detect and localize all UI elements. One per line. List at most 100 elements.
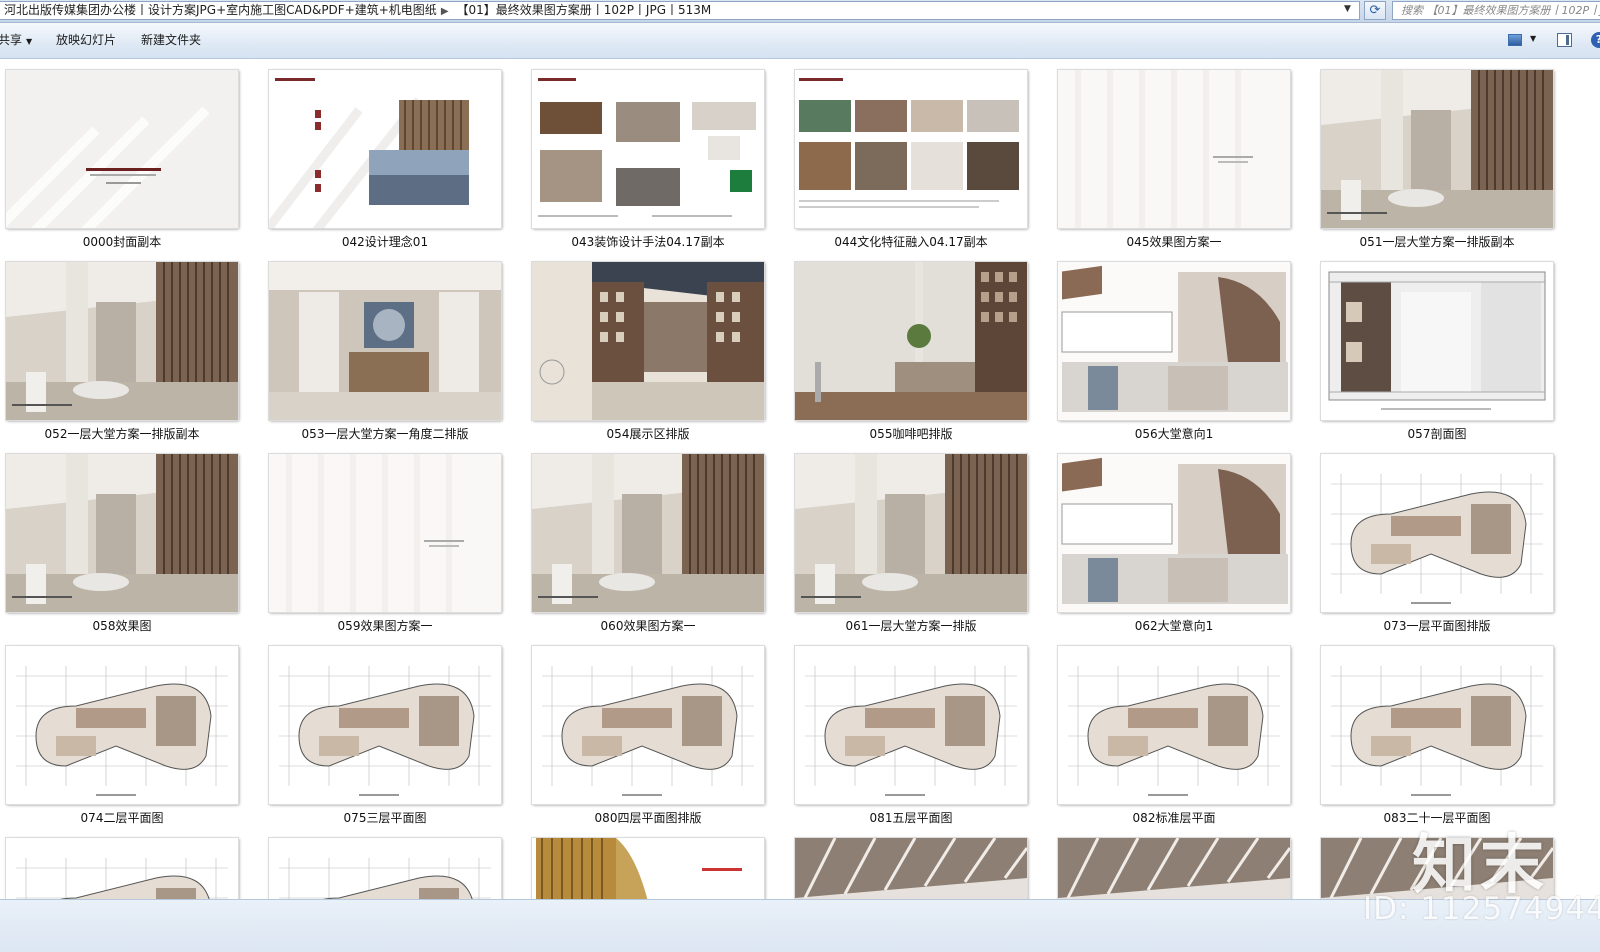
thumbnail-image xyxy=(532,646,764,804)
file-thumbnail[interactable] xyxy=(1320,69,1554,229)
thumbnail-image xyxy=(795,646,1027,804)
file-name[interactable]: 045效果图方案一 xyxy=(1058,235,1290,250)
file-name[interactable]: 051一层大堂方案一排版副本 xyxy=(1321,235,1553,250)
thumbnail-image xyxy=(1321,262,1553,420)
file-name[interactable]: 074二层平面图 xyxy=(6,811,238,826)
file-name[interactable]: 054展示区排版 xyxy=(532,427,764,442)
chevron-down-icon: ▼ xyxy=(26,37,33,46)
file-thumbnail[interactable] xyxy=(794,261,1028,421)
file-name[interactable]: 055咖啡吧排版 xyxy=(795,427,1027,442)
help-button[interactable]: ? xyxy=(1591,32,1600,48)
file-thumbnail[interactable] xyxy=(5,69,239,229)
breadcrumb-item-2[interactable]: 【01】最终效果图方案册丨102P丨JPG丨513M xyxy=(453,3,712,17)
thumbnail-image xyxy=(1321,454,1553,612)
thumbnail-image xyxy=(269,838,501,899)
file-name[interactable]: 042设计理念01 xyxy=(269,235,501,250)
file-thumbnail[interactable] xyxy=(1057,645,1291,805)
new-folder-button[interactable]: 新建文件夹 xyxy=(141,32,201,48)
thumbnail-image xyxy=(1058,646,1290,804)
thumbnail-image xyxy=(532,454,764,612)
thumbnail-image xyxy=(269,646,501,804)
thumbnail-image xyxy=(1058,454,1290,612)
file-thumbnail[interactable] xyxy=(794,837,1028,899)
thumbnail-image xyxy=(532,70,764,228)
file-name[interactable]: 059效果图方案一 xyxy=(269,619,501,634)
thumbnail-image xyxy=(795,454,1027,612)
thumbnail-image xyxy=(6,838,238,899)
file-thumbnail[interactable] xyxy=(268,453,502,613)
file-name[interactable]: 053一层大堂方案一角度二排版 xyxy=(269,427,501,442)
file-thumbnail[interactable] xyxy=(5,261,239,421)
file-name[interactable]: 044文化特征融入04.17副本 xyxy=(795,235,1027,250)
file-thumbnail[interactable] xyxy=(1057,453,1291,613)
thumbnail-image xyxy=(795,838,1027,899)
file-name[interactable]: 057剖面图 xyxy=(1321,427,1553,442)
chevron-down-icon[interactable]: ▼ xyxy=(1530,34,1536,43)
address-dropdown-icon[interactable]: ▼ xyxy=(1344,4,1354,14)
file-name[interactable]: 058效果图 xyxy=(6,619,238,634)
file-thumbnail[interactable] xyxy=(531,645,765,805)
change-view-icon[interactable] xyxy=(1508,34,1522,46)
breadcrumb-item-1[interactable]: 河北出版传媒集团办公楼丨设计方案JPG+室内施工图CAD&PDF+建筑+机电图纸 xyxy=(0,3,437,17)
thumbnail-image xyxy=(1321,838,1553,899)
slideshow-button[interactable]: 放映幻灯片 xyxy=(56,32,116,48)
thumbnail-image xyxy=(532,838,764,899)
file-thumbnail[interactable] xyxy=(794,645,1028,805)
file-thumbnail[interactable] xyxy=(1320,645,1554,805)
file-name[interactable]: 060效果图方案一 xyxy=(532,619,764,634)
breadcrumb[interactable]: 河北出版传媒集团办公楼丨设计方案JPG+室内施工图CAD&PDF+建筑+机电图纸… xyxy=(0,1,1360,20)
details-pane xyxy=(0,899,1600,952)
file-thumbnail[interactable] xyxy=(794,69,1028,229)
file-name[interactable]: 073一层平面图排版 xyxy=(1321,619,1553,634)
file-name[interactable]: 052一层大堂方案一排版副本 xyxy=(6,427,238,442)
thumbnail-image xyxy=(795,70,1027,228)
thumbnail-image xyxy=(795,262,1027,420)
file-thumbnail[interactable] xyxy=(268,69,502,229)
thumbnail-image xyxy=(1058,70,1290,228)
file-thumbnail[interactable] xyxy=(531,453,765,613)
file-thumbnail[interactable] xyxy=(531,261,765,421)
file-thumbnail[interactable] xyxy=(1057,69,1291,229)
file-thumbnail[interactable] xyxy=(1320,837,1554,899)
thumbnail-image xyxy=(6,262,238,420)
share-button[interactable]: 共享 ▼ xyxy=(0,32,32,50)
thumbnail-image xyxy=(6,646,238,804)
thumbnail-image xyxy=(269,454,501,612)
refresh-button[interactable]: ⟳ xyxy=(1364,1,1386,20)
thumbnail-image xyxy=(1058,838,1290,899)
thumbnail-image xyxy=(269,262,501,420)
thumbnail-image xyxy=(1058,262,1290,420)
preview-pane-icon[interactable] xyxy=(1557,33,1572,47)
file-thumbnail[interactable] xyxy=(794,453,1028,613)
file-name[interactable]: 083二十一层平面图 xyxy=(1321,811,1553,826)
thumbnail-image xyxy=(269,70,501,228)
file-grid: 0000封面副本 042设计理念01 043装饰设计手法04.17副本 044文化特征… xyxy=(0,59,1600,899)
file-thumbnail[interactable] xyxy=(1320,261,1554,421)
file-thumbnail[interactable] xyxy=(1320,453,1554,613)
file-name[interactable]: 081五层平面图 xyxy=(795,811,1027,826)
file-name[interactable]: 056大堂意向1 xyxy=(1058,427,1290,442)
file-thumbnail[interactable] xyxy=(531,69,765,229)
file-name[interactable]: 0000封面副本 xyxy=(6,235,238,250)
search-input[interactable]: 搜索 【01】最终效果图方案册丨102P丨JPG丨102... xyxy=(1392,1,1600,20)
thumbnail-image xyxy=(1321,70,1553,228)
file-name[interactable]: 062大堂意向1 xyxy=(1058,619,1290,634)
share-label: 共享 xyxy=(0,33,23,47)
command-toolbar: 共享▼ 放映幻灯片 新建文件夹 ▼ ? xyxy=(0,23,1600,59)
file-name[interactable]: 043装饰设计手法04.17副本 xyxy=(532,235,764,250)
file-thumbnail[interactable] xyxy=(5,453,239,613)
breadcrumb-separator-icon[interactable]: ▶ xyxy=(437,6,453,17)
file-thumbnail[interactable] xyxy=(5,645,239,805)
file-thumbnail[interactable] xyxy=(268,645,502,805)
file-name[interactable]: 061一层大堂方案一排版 xyxy=(795,619,1027,634)
file-thumbnail[interactable] xyxy=(268,837,502,899)
file-name[interactable]: 080四层平面图排版 xyxy=(532,811,764,826)
file-thumbnail[interactable] xyxy=(1057,261,1291,421)
thumbnail-image xyxy=(6,70,238,228)
file-thumbnail[interactable] xyxy=(5,837,239,899)
file-thumbnail[interactable] xyxy=(268,261,502,421)
file-thumbnail[interactable] xyxy=(1057,837,1291,899)
file-thumbnail[interactable] xyxy=(531,837,765,899)
file-name[interactable]: 082标准层平面 xyxy=(1058,811,1290,826)
file-name[interactable]: 075三层平面图 xyxy=(269,811,501,826)
